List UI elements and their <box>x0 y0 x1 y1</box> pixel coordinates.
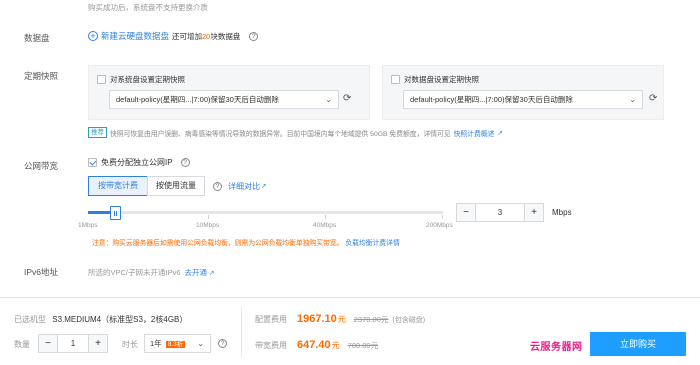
add-data-disk-link[interactable]: 新建云硬盘数据盘 <box>101 30 169 42</box>
top-note: 购买成功后，系统盘不支持更换介质 <box>88 3 208 12</box>
qty-increase-button[interactable]: + <box>88 334 108 353</box>
bandwidth-fee-value: 647.40 <box>297 339 331 351</box>
data-snapshot-label: 对数据盘设置定期快照 <box>404 75 479 84</box>
assign-ip-checkbox[interactable] <box>88 158 97 167</box>
snapshot-tip-text: 快照可恢复由用户误删、病毒感染等情况导致的数据异常。目前中国境内每个地域提供 5… <box>110 130 451 138</box>
model-row: 已选机型 S3.MEDIUM4（标准型S3，2核4GB） <box>14 314 187 325</box>
remaining-prefix: 还可增加 <box>172 31 203 41</box>
billing-tabs: 按带宽计费 按使用流量 ? 详细对比 ↗ <box>88 176 266 196</box>
slider-tick <box>442 215 443 219</box>
lb-billing-link[interactable]: 负载均衡计费详情 <box>345 240 399 247</box>
chevron-down-icon: ⌄ <box>629 95 636 104</box>
system-policy-select[interactable]: default-policy(星期四...|7:00)保留30天后自动删除 ⌄ <box>109 90 339 109</box>
increase-button[interactable]: + <box>524 203 544 222</box>
snapshot-tip: 推荐 快照可恢复由用户误删、病毒感染等情况导致的数据异常。目前中国境内每个地域提… <box>88 127 503 138</box>
bandwidth-notice: 注意：购买云服务器后如需使用公网负载均衡，则需为公网负载均衡单独购买带宽。 负载… <box>92 237 400 247</box>
recommend-badge: 推荐 <box>88 127 107 138</box>
help-icon[interactable]: ? <box>213 181 222 191</box>
model-value: S3.MEDIUM4（标准型S3，2核4GB） <box>52 315 188 324</box>
ipv6-text: 所选的VPC/子网未开通IPv6 <box>88 268 181 277</box>
config-fee-value: 1967.10 <box>297 313 337 325</box>
bandwidth-fee-original: 780.00元 <box>347 341 379 350</box>
refresh-icon[interactable]: ⟳ <box>649 93 657 104</box>
bandwidth-input[interactable]: 3 <box>476 203 524 222</box>
system-snapshot-checkbox[interactable] <box>97 75 106 84</box>
bandwidth-fee-row: 带宽费用 647.40 元 780.00元 <box>255 339 378 351</box>
tick-label: 1Mbps <box>78 222 98 229</box>
qty-decrease-button[interactable]: − <box>38 334 58 353</box>
currency-unit: 元 <box>337 315 346 324</box>
data-disk-label: 数据盘 <box>24 33 50 43</box>
tab-by-traffic[interactable]: 按使用流量 <box>147 176 205 196</box>
tick-label: 10Mbps <box>196 222 220 229</box>
compare-link[interactable]: 详细对比 <box>228 181 260 192</box>
ipv6-label: IPv6地址 <box>24 267 59 277</box>
help-icon[interactable]: ? <box>218 339 227 348</box>
data-snapshot-checkbox[interactable] <box>391 75 400 84</box>
refresh-icon[interactable]: ⟳ <box>343 93 351 104</box>
data-disk-row: + 新建云硬盘数据盘 还可增加 20 块数据盘 ? <box>88 30 259 42</box>
enable-ipv6-link[interactable]: 去开通 <box>185 267 208 278</box>
qty-stepper: − 1 + <box>38 334 108 353</box>
tick-label: 200Mbps <box>426 222 453 229</box>
watermark-logo: 云服务器网 <box>530 342 583 353</box>
chevron-down-icon: ⌄ <box>325 95 332 104</box>
bandwidth-unit: Mbps <box>552 208 572 217</box>
external-link-icon[interactable]: ↗ <box>209 269 214 277</box>
external-link-icon[interactable]: ↗ <box>497 129 502 137</box>
slider-tick <box>325 215 326 219</box>
notice-text: 注意：购买云服务器后如需使用公网负载均衡，则需为公网负载均衡单独购买带宽。 <box>92 240 344 247</box>
system-snapshot-panel: 对系统盘设置定期快照 default-policy(星期四...|7:00)保留… <box>88 65 370 120</box>
ipv6-row: 所选的VPC/子网未开通IPv6 去开通 ↗ <box>88 267 214 278</box>
chevron-down-icon: ⌄ <box>197 339 204 348</box>
config-fee-original: 2370.00元 <box>353 315 389 324</box>
discount-badge: 8.3折 <box>165 341 186 348</box>
bandwidth-fee-label: 带宽费用 <box>255 341 287 350</box>
tick-label: 40Mbps <box>313 222 337 229</box>
data-snapshot-panel: 对数据盘设置定期快照 default-policy(星期四...|7:00)保留… <box>382 65 664 120</box>
order-footer: 已选机型 S3.MEDIUM4（标准型S3，2核4GB） 数量 − 1 + 时长… <box>0 297 700 365</box>
duration-select[interactable]: 1年 8.3折 ⌄ <box>144 334 211 353</box>
buy-now-button[interactable]: 立即购买 <box>590 332 686 356</box>
data-policy-select[interactable]: default-policy(星期四...|7:00)保留30天后自动删除 ⌄ <box>403 90 643 109</box>
remaining-count: 20 <box>202 31 211 41</box>
external-link-icon[interactable]: ↗ <box>261 182 266 190</box>
qty-input[interactable]: 1 <box>58 334 88 353</box>
system-policy-value: default-policy(星期四...|7:00)保留30天后自动删除 <box>116 95 279 104</box>
currency-unit: 元 <box>331 341 340 350</box>
data-policy-value: default-policy(星期四...|7:00)保留30天后自动删除 <box>410 95 573 104</box>
slider-tick <box>208 215 209 219</box>
system-snapshot-label: 对系统盘设置定期快照 <box>110 75 185 84</box>
qty-label: 数量 <box>14 340 30 349</box>
model-label: 已选机型 <box>14 315 46 324</box>
bandwidth-stepper: − 3 + Mbps <box>456 203 572 222</box>
config-fee-row: 配置费用 1967.10 元 2370.00元 (包含磁盘) <box>255 313 425 325</box>
help-icon[interactable]: ? <box>180 158 190 167</box>
assign-ip-row: 免费分配独立公网IP ? <box>88 157 190 168</box>
config-fee-label: 配置费用 <box>255 315 287 324</box>
slider-handle[interactable] <box>109 206 121 220</box>
slider-track <box>88 211 443 214</box>
help-icon[interactable]: ? <box>249 31 259 41</box>
decrease-button[interactable]: − <box>456 203 476 222</box>
tab-by-bandwidth[interactable]: 按带宽计费 <box>88 176 148 196</box>
footer-divider <box>241 306 242 358</box>
assign-ip-label: 免费分配独立公网IP <box>101 158 173 167</box>
duration-label: 时长 <box>122 340 138 349</box>
add-circle-icon[interactable]: + <box>88 31 98 41</box>
duration-value: 1年 <box>150 339 162 348</box>
bandwidth-slider[interactable] <box>88 206 443 220</box>
config-fee-note: (包含磁盘) <box>392 317 426 324</box>
bandwidth-label: 公网带宽 <box>24 161 59 171</box>
snapshot-billing-link[interactable]: 快照计费概述 <box>454 128 495 138</box>
snapshot-label: 定期快照 <box>24 71 59 81</box>
remaining-suffix: 块数据盘 <box>210 31 241 41</box>
